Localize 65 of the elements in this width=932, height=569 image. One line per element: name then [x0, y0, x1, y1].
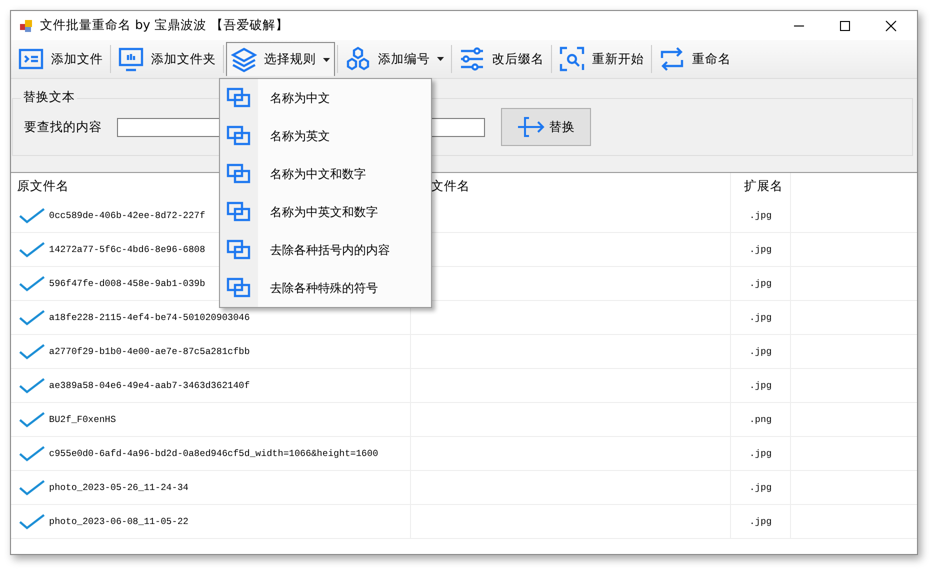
field-label: 要查找的内容: [23, 118, 103, 136]
check-icon[interactable]: [19, 344, 45, 360]
menu-item[interactable]: 名称为英文: [220, 117, 431, 155]
check-icon[interactable]: [19, 276, 45, 292]
table-cell: ae389a58-04e6-49e4-aab7-3463d362140f: [49, 380, 250, 391]
menu-item[interactable]: 去除各种括号内的内容: [220, 231, 431, 269]
table-cell: .jpg: [749, 346, 772, 357]
toolbar-button[interactable]: 选择规则: [226, 42, 335, 76]
copy-icon: [226, 277, 252, 299]
replace-button[interactable]: 替换: [501, 108, 591, 146]
check-icon[interactable]: [19, 208, 45, 224]
table-cell: photo_2023-05-26_11-24-34: [49, 482, 188, 493]
table-cell: c955e0d0-6afd-4a96-bd2d-0a8ed946cf5d_width=1066&height=1600: [49, 448, 378, 459]
list-icon: [18, 46, 44, 72]
toolbar-button[interactable]: 改后缀名: [454, 42, 549, 76]
app-icon: [19, 18, 33, 32]
table-cell: photo_2023-06-08_11-05-22: [49, 516, 188, 527]
group-title: 替换文本: [21, 89, 77, 106]
check-icon[interactable]: [19, 378, 45, 394]
monitor-icon: [118, 46, 144, 72]
menu-item[interactable]: 名称为中文: [220, 79, 431, 117]
table-cell: .png: [749, 414, 772, 425]
table-cell: .jpg: [749, 448, 772, 459]
search-icon: [559, 46, 585, 72]
check-icon[interactable]: [19, 514, 45, 530]
close-icon[interactable]: [885, 20, 897, 32]
table-cell: .jpg: [749, 210, 772, 221]
hexagons-icon: [345, 46, 371, 72]
table-cell: .jpg: [749, 278, 772, 289]
table-cell: 596f47fe-d008-458e-9ab1-039b: [49, 278, 206, 289]
column-header[interactable]: 扩展名: [731, 173, 791, 199]
window-title: 文件批量重命名 by 宝鼎波波 【吾爱破解】: [40, 17, 288, 34]
layers-icon: [231, 46, 257, 72]
swap-icon: [659, 46, 685, 72]
copy-icon: [226, 125, 252, 147]
sliders-icon: [459, 46, 485, 72]
caret-icon: [437, 57, 444, 61]
maximize-icon[interactable]: [839, 20, 851, 32]
table-cell: .jpg: [749, 244, 772, 255]
toolbar-button[interactable]: 添加文件: [13, 42, 108, 76]
table-cell: a18fe228-2115-4ef4-be74-501020903046: [49, 312, 250, 323]
copy-icon: [226, 163, 252, 185]
table-cell: a2770f29-b1b0-4e00-ae7e-87c5a281cfbb: [49, 346, 250, 357]
copy-icon: [226, 201, 252, 223]
toolbar-button[interactable]: 添加编号: [340, 42, 449, 76]
toolbar-button[interactable]: 重新开始: [554, 42, 649, 76]
table-cell: .jpg: [749, 380, 772, 391]
copy-icon: [226, 87, 252, 109]
copy-icon: [226, 239, 252, 261]
table-cell: 0cc589de-406b-42ee-8d72-227f: [49, 210, 206, 221]
table-cell: .jpg: [749, 516, 772, 527]
check-icon[interactable]: [19, 310, 45, 326]
caret-icon: [323, 58, 330, 62]
check-icon[interactable]: [19, 412, 45, 428]
toolbar-button[interactable]: 添加文件夹: [113, 42, 221, 76]
check-icon[interactable]: [19, 446, 45, 462]
menu-item[interactable]: 去除各种特殊的符号: [220, 269, 431, 307]
arrow-icon: [517, 116, 545, 138]
check-icon[interactable]: [19, 480, 45, 496]
table-cell: .jpg: [749, 482, 772, 493]
table-cell: .jpg: [749, 312, 772, 323]
check-icon[interactable]: [19, 242, 45, 258]
table-cell: 14272a77-5f6c-4bd6-8e96-6808: [49, 244, 206, 255]
table-cell: BU2f_F0xenHS: [49, 414, 116, 425]
toolbar-button[interactable]: 重命名: [654, 42, 736, 76]
